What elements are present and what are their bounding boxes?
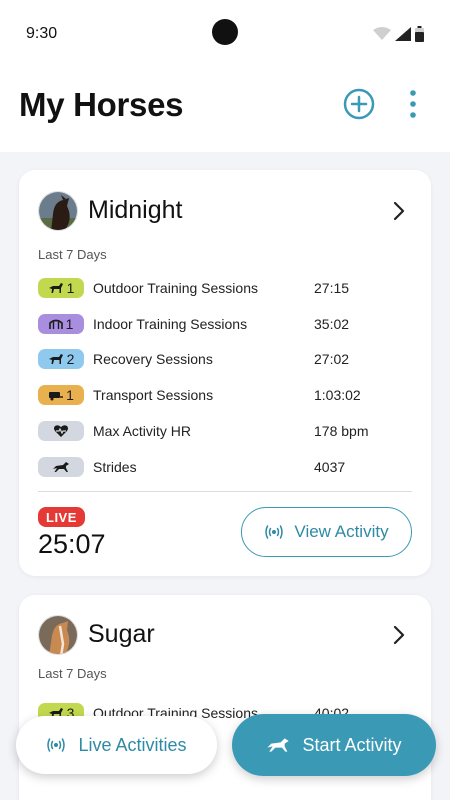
status-time: 9:30 (26, 25, 58, 42)
stat-value: 27:15 (314, 280, 350, 296)
heart-rate-icon (54, 425, 68, 437)
wifi-icon (373, 27, 391, 40)
galloping-horse-icon (267, 738, 290, 752)
page-title: My Horses (19, 86, 184, 123)
stat-label: Recovery Sessions (93, 351, 213, 367)
stat-label: Max Activity HR (93, 423, 192, 439)
view-activity-button[interactable]: View Activity (241, 507, 412, 557)
broadcast-icon (265, 525, 284, 539)
start-activity-label: Start Activity (302, 734, 402, 755)
stat-value: 27:02 (314, 351, 350, 367)
arena-icon (48, 319, 63, 329)
avatar (38, 191, 78, 231)
stat-value: 178 bpm (314, 423, 369, 439)
stat-row-indoor: 1 Indoor Training Sessions 35:02 (38, 314, 412, 336)
broadcast-icon (47, 738, 66, 752)
stat-value: 35:02 (314, 316, 350, 332)
live-badge: LIVE (38, 507, 85, 527)
horse-name: Midnight (88, 196, 183, 224)
stat-value: 1:03:02 (314, 387, 361, 403)
horse-photo-midnight (39, 192, 77, 230)
trailer-icon (49, 392, 64, 401)
avatar (38, 615, 78, 655)
stat-label: Indoor Training Sessions (93, 316, 248, 332)
more-options-icon[interactable] (404, 88, 422, 120)
outdoor-sessions-pill: 1 (38, 278, 84, 298)
stat-row-max-hr: Max Activity HR 178 bpm (38, 421, 412, 443)
strides-pill (38, 457, 84, 477)
horse-photo-sugar (39, 616, 77, 654)
stat-label: Outdoor Training Sessions (93, 280, 258, 296)
stat-row-transport: 1 Transport Sessions 1:03:02 (38, 385, 412, 407)
indoor-count: 1 (65, 316, 74, 332)
transport-sessions-pill: 1 (38, 385, 84, 405)
period-label: Last 7 Days (38, 247, 107, 262)
recovery-sessions-pill: 2 (38, 349, 84, 369)
recovery-count: 2 (66, 351, 75, 367)
indoor-sessions-pill: 1 (38, 314, 84, 334)
app-header: My Horses (0, 68, 450, 152)
view-activity-label: View Activity (294, 522, 389, 541)
horse-card-midnight[interactable]: Midnight Last 7 Days 1 Outdoor Training … (19, 170, 431, 576)
stat-label: Transport Sessions (93, 387, 214, 403)
status-bar: 9:30 (0, 0, 450, 68)
status-icons (373, 26, 424, 42)
battery-icon (415, 26, 424, 42)
galloping-horse-icon (53, 462, 69, 472)
horse-icon (48, 283, 63, 293)
period-label: Last 7 Days (38, 666, 107, 681)
stat-row-outdoor: 1 Outdoor Training Sessions 27:15 (38, 278, 412, 300)
camera-cutout (212, 19, 238, 45)
horse-name: Sugar (88, 620, 155, 648)
live-timer: 25:07 (38, 529, 106, 559)
max-hr-pill (38, 421, 84, 441)
bottom-action-bar: Live Activities Start Activity (0, 700, 450, 800)
stat-value: 4037 (314, 459, 346, 475)
signal-icon (395, 27, 411, 41)
outdoor-count: 1 (66, 280, 75, 296)
chevron-right-icon[interactable] (391, 625, 407, 645)
chevron-right-icon[interactable] (391, 201, 407, 221)
start-activity-button[interactable]: Start Activity (232, 714, 436, 776)
live-activities-button[interactable]: Live Activities (16, 716, 217, 774)
add-horse-button[interactable] (343, 88, 375, 120)
divider (38, 491, 412, 492)
stat-row-recovery: 2 Recovery Sessions 27:02 (38, 349, 412, 371)
horse-icon (48, 354, 63, 364)
live-activities-label: Live Activities (78, 734, 187, 755)
stat-label: Strides (93, 459, 137, 475)
stat-row-strides: Strides 4037 (38, 457, 412, 479)
transport-count: 1 (66, 387, 74, 403)
